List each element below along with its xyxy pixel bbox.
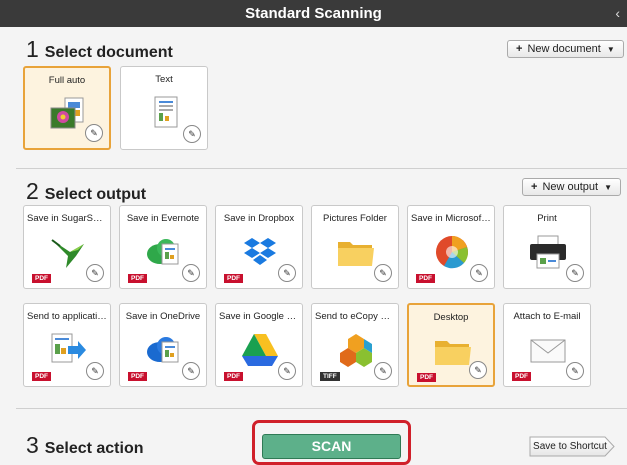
output-card-label: Pictures Folder xyxy=(323,213,387,224)
edit-pencil-icon[interactable]: ✎ xyxy=(566,264,584,282)
section-label: Select document xyxy=(44,44,173,61)
section-divider xyxy=(16,168,627,169)
output-card-save-in-evernote[interactable]: Save in Evernote PDF ✎ xyxy=(119,205,207,289)
output-card-label: Print xyxy=(537,213,557,224)
edit-pencil-icon[interactable]: ✎ xyxy=(470,264,488,282)
output-card-label: Save in Google Dri... xyxy=(219,311,299,322)
file-format-badge: PDF xyxy=(32,274,51,283)
output-card-attach-to-e-mail[interactable]: Attach to E-mail PDF ✎ xyxy=(503,303,591,387)
save-to-shortcut-label: Save to Shortcut xyxy=(533,441,607,452)
file-format-badge: PDF xyxy=(128,274,147,283)
printer-icon xyxy=(528,234,568,270)
output-card-print[interactable]: Print ✎ xyxy=(503,205,591,289)
new-output-button[interactable]: + New output ▼ xyxy=(522,178,622,196)
file-format-badge: PDF xyxy=(128,372,147,381)
edit-pencil-icon[interactable]: ✎ xyxy=(183,125,201,143)
document-card-label: Text xyxy=(155,74,173,85)
microsoft-sharepoint-icon xyxy=(432,234,472,270)
file-format-badge: PDF xyxy=(224,372,243,381)
edit-pencil-icon[interactable]: ✎ xyxy=(469,361,487,379)
full-auto-photo-icon xyxy=(49,96,89,132)
scan-button[interactable]: SCAN xyxy=(262,434,401,459)
section-label: Select output xyxy=(44,186,147,203)
section-label: Select action xyxy=(44,440,144,457)
file-format-badge: PDF xyxy=(417,373,436,382)
output-card-label: Save in Evernote xyxy=(126,213,200,224)
collapse-panel-icon[interactable]: ‹ xyxy=(615,0,620,27)
section-select-output: 2 Select output xyxy=(26,178,146,205)
edit-pencil-icon[interactable]: ✎ xyxy=(278,264,296,282)
output-card-label: Save in Microsoft S... xyxy=(411,213,491,224)
file-format-badge: PDF xyxy=(416,274,435,283)
plus-icon: + xyxy=(531,181,538,193)
send-to-app-icon xyxy=(48,332,88,368)
output-card-label: Save in SugarSync xyxy=(27,213,107,224)
edit-pencil-icon[interactable]: ✎ xyxy=(85,124,103,142)
edit-pencil-icon[interactable]: ✎ xyxy=(86,362,104,380)
email-envelope-icon xyxy=(528,332,568,368)
text-document-icon xyxy=(145,95,185,131)
google-drive-icon xyxy=(240,332,280,368)
edit-pencil-icon[interactable]: ✎ xyxy=(566,362,584,380)
file-format-badge: TIFF xyxy=(320,372,340,381)
desktop-folder-icon xyxy=(433,333,473,369)
output-card-label: Save in OneDrive xyxy=(125,311,201,322)
new-document-label: New document xyxy=(527,43,601,55)
evernote-cloud-icon xyxy=(144,234,184,270)
document-card-text[interactable]: Text ✎ xyxy=(120,66,208,150)
output-card-save-in-dropbox[interactable]: Save in Dropbox PDF ✎ xyxy=(215,205,303,289)
caret-down-icon: ▼ xyxy=(604,183,613,192)
file-format-badge: PDF xyxy=(32,372,51,381)
output-card-label: Desktop xyxy=(433,312,469,323)
output-card-save-in-onedrive[interactable]: Save in OneDrive PDF ✎ xyxy=(119,303,207,387)
folder-icon xyxy=(336,234,376,270)
section-select-action: 3 Select action xyxy=(26,432,144,459)
output-card-label: Save in Dropbox xyxy=(223,213,295,224)
ecopy-icon xyxy=(336,332,376,368)
output-card-desktop[interactable]: Desktop PDF ✎ xyxy=(407,303,495,387)
edit-pencil-icon[interactable]: ✎ xyxy=(182,264,200,282)
section-number: 3 xyxy=(26,432,39,458)
section-number: 1 xyxy=(26,36,39,62)
window-title: Standard Scanning xyxy=(245,5,382,22)
output-card-save-in-sugarsync[interactable]: Save in SugarSync PDF ✎ xyxy=(23,205,111,289)
document-card-label: Full auto xyxy=(48,75,86,86)
title-bar: Standard Scanning ‹ xyxy=(0,0,627,27)
onedrive-cloud-icon xyxy=(144,332,184,368)
output-card-label: Send to application xyxy=(27,311,107,322)
edit-pencil-icon[interactable]: ✎ xyxy=(278,362,296,380)
save-to-shortcut-button[interactable]: Save to Shortcut xyxy=(529,436,615,457)
file-format-badge: PDF xyxy=(224,274,243,283)
new-output-label: New output xyxy=(542,181,599,193)
output-card-label: Send to eCopy PD... xyxy=(315,311,395,322)
edit-pencil-icon[interactable]: ✎ xyxy=(86,264,104,282)
output-card-send-to-ecopy-pd[interactable]: Send to eCopy PD... TIFF ✎ xyxy=(311,303,399,387)
output-card-label: Attach to E-mail xyxy=(513,311,581,322)
plus-icon: + xyxy=(516,43,523,55)
section-select-document: 1 Select document xyxy=(26,36,173,63)
edit-pencil-icon[interactable]: ✎ xyxy=(374,362,392,380)
dropbox-icon xyxy=(240,234,280,270)
caret-down-icon: ▼ xyxy=(606,45,615,54)
edit-pencil-icon[interactable]: ✎ xyxy=(182,362,200,380)
output-card-save-in-google-dri[interactable]: Save in Google Dri... PDF ✎ xyxy=(215,303,303,387)
file-format-badge: PDF xyxy=(512,372,531,381)
sugarsync-hummingbird-icon xyxy=(48,234,88,270)
edit-pencil-icon[interactable]: ✎ xyxy=(374,264,392,282)
section-divider xyxy=(16,408,627,409)
new-document-button[interactable]: + New document ▼ xyxy=(507,40,624,58)
output-card-send-to-application[interactable]: Send to application PDF ✎ xyxy=(23,303,111,387)
output-card-pictures-folder[interactable]: Pictures Folder ✎ xyxy=(311,205,399,289)
output-card-save-in-microsoft-s[interactable]: Save in Microsoft S... PDF ✎ xyxy=(407,205,495,289)
document-card-full-auto[interactable]: Full auto ✎ xyxy=(23,66,111,150)
section-number: 2 xyxy=(26,178,39,204)
